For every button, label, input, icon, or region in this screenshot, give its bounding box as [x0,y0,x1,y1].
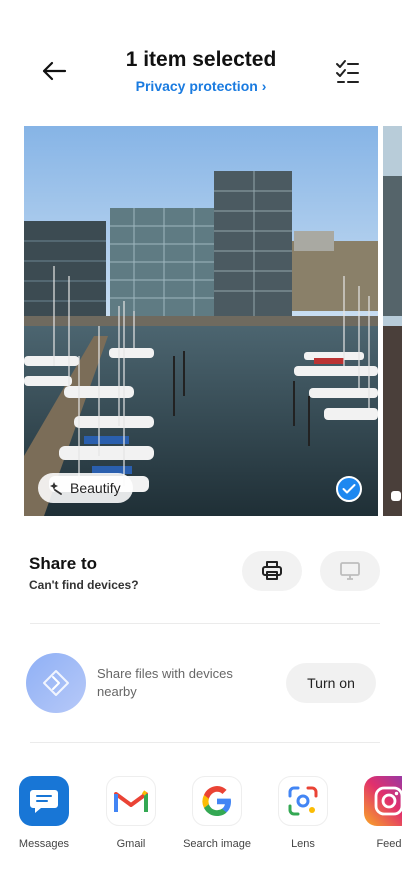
messages-icon [19,776,69,826]
app-search-image[interactable]: Search image [180,772,254,851]
privacy-protection-label: Privacy protection [135,78,258,94]
next-photo-preview[interactable] [383,126,402,516]
app-lens[interactable]: Lens [266,772,340,851]
photo-preview[interactable] [24,126,378,516]
app-feed[interactable]: Feed [352,772,402,851]
beautify-label: Beautify [70,480,121,496]
photo-image [24,126,378,516]
beautify-button[interactable]: Beautify [38,473,133,503]
divider [30,623,380,624]
select-all-button[interactable] [332,58,362,86]
printer-icon [262,561,282,580]
google-icon [192,776,242,826]
app-label: Lens [291,838,315,850]
checklist-icon [336,60,359,83]
magic-wand-icon [50,482,62,495]
instagram-icon [364,776,402,826]
app-gmail[interactable]: Gmail [94,772,168,851]
chevron-right-icon: › [261,78,267,94]
share-to-title: Share to [29,554,98,573]
gmail-icon [106,776,156,826]
header: 1 item selected Privacy protection › [0,0,402,110]
app-label: Messages [18,838,70,850]
app-label: Search image [183,838,251,850]
turn-on-button[interactable]: Turn on [286,663,376,703]
divider [30,742,380,743]
nearby-share-icon [26,653,86,713]
nearby-diamond-icon [43,670,69,696]
cant-find-devices-link[interactable]: Can't find devices? [29,578,139,592]
next-photo-image [383,126,402,516]
selected-checkbox[interactable] [336,476,362,502]
nearby-share-description: Share files with devices nearby [97,666,233,699]
share-apps-row: Messages Gmail Search image Lens Feed [0,772,402,872]
print-button[interactable] [242,551,302,591]
app-label: Gmail [116,838,146,850]
app-messages[interactable]: Messages [7,772,81,851]
app-label: Feed [376,838,402,850]
monitor-icon [340,562,360,580]
lens-icon [278,776,328,826]
check-icon [342,484,356,494]
cast-screen-button[interactable] [320,551,380,591]
